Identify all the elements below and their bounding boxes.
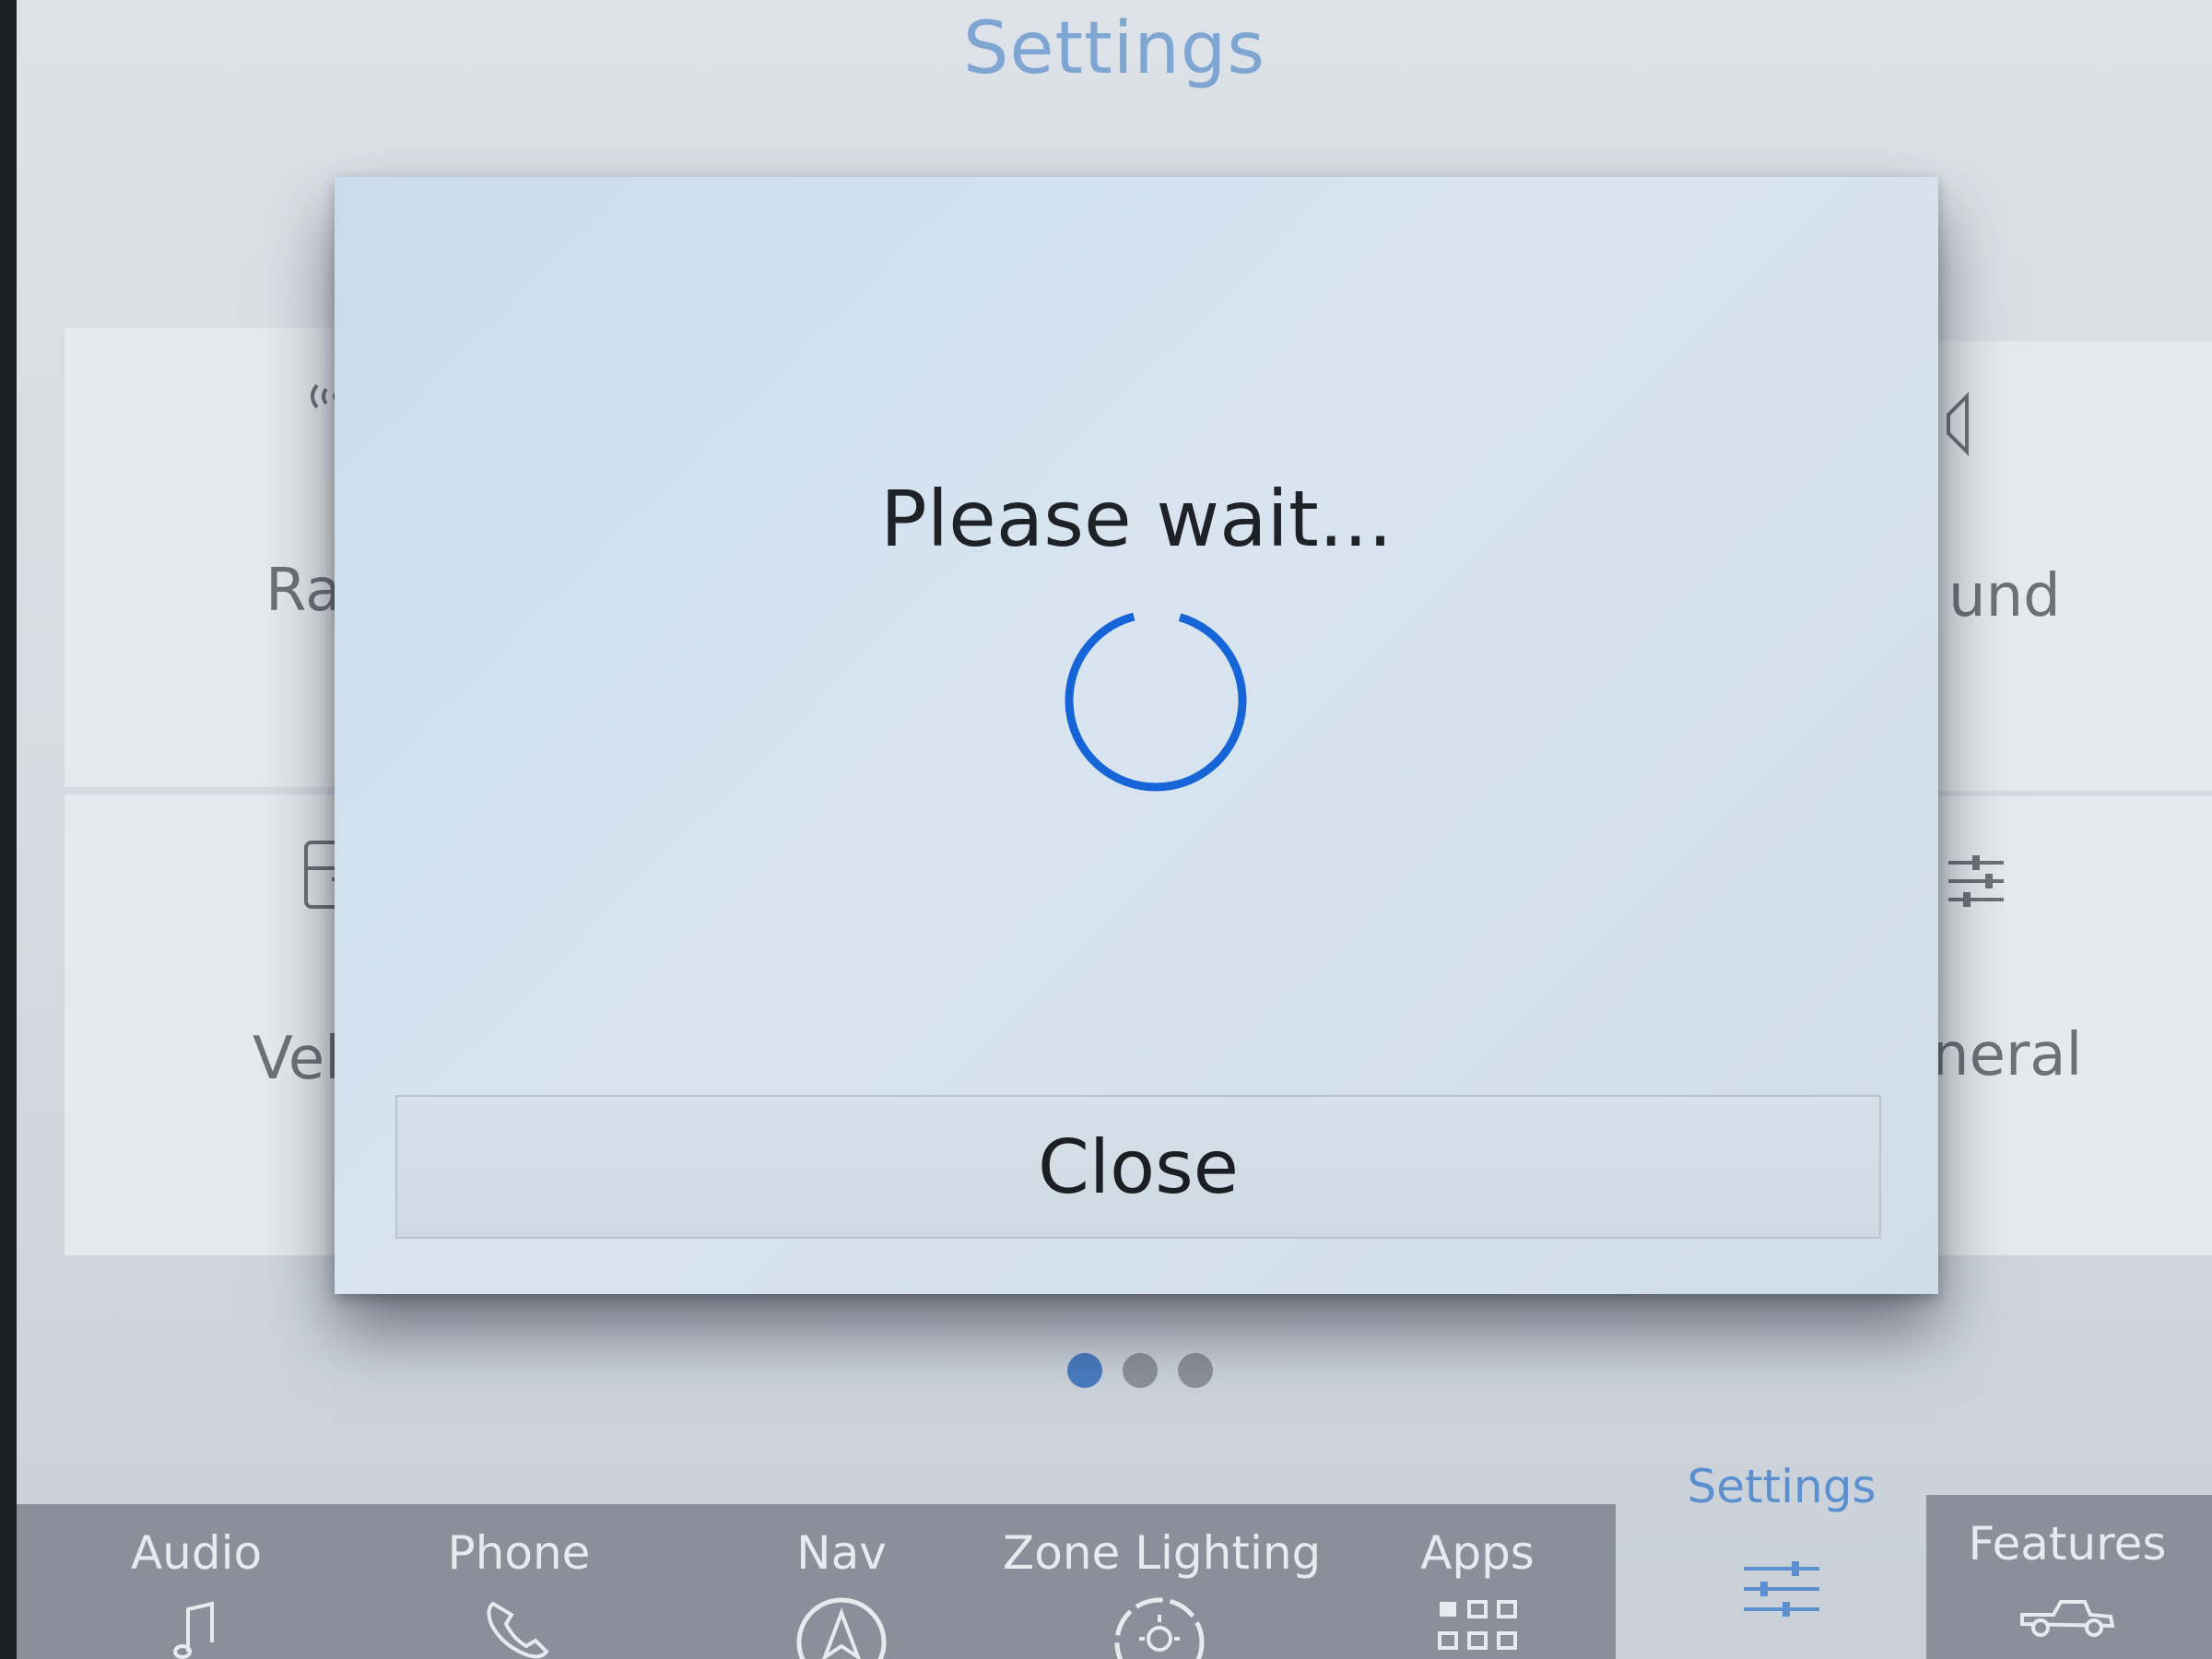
apps-grid-icon (1438, 1600, 1517, 1650)
nav-phone-label: Phone (447, 1526, 591, 1580)
tile-sound-label: und (1948, 562, 2061, 630)
please-wait-dialog: Please wait... Close (335, 177, 1938, 1294)
settings-screen: Settings Rad und Veh neral Audio Phone N… (17, 0, 2212, 1659)
settings-sliders-icon (1744, 1561, 1819, 1617)
page-title: Settings (963, 7, 1265, 90)
page-dot-3[interactable] (1178, 1353, 1213, 1388)
tile-vehicle[interactable]: Veh (65, 794, 369, 1255)
tile-general[interactable]: neral (1893, 796, 2212, 1255)
tile-general-label: neral (1932, 1021, 2083, 1089)
page-indicator (1067, 1353, 1233, 1394)
nav-settings-label: Settings (1687, 1460, 1877, 1513)
nav-zone-lighting-label: Zone Lighting (1003, 1526, 1322, 1580)
nav-navigation[interactable]: Nav (717, 1504, 966, 1659)
tile-radio[interactable]: Rad (65, 328, 379, 787)
nav-apps-label: Apps (1420, 1526, 1535, 1580)
nav-settings[interactable]: Settings (1657, 1438, 1906, 1659)
nav-navigation-label: Nav (796, 1526, 887, 1580)
dialog-message: Please wait... (880, 474, 1393, 564)
page-dot-1[interactable] (1067, 1353, 1102, 1388)
nav-audio-label: Audio (130, 1526, 263, 1580)
nav-features-label: Features (1968, 1517, 2167, 1571)
close-button[interactable]: Close (395, 1095, 1881, 1239)
navigation-icon (796, 1597, 887, 1659)
tile-sound[interactable]: und (1893, 341, 2212, 791)
loading-spinner-icon (1065, 609, 1247, 792)
phone-icon (487, 1601, 549, 1659)
general-sliders-icon (1948, 855, 2004, 907)
speaker-icon (1947, 392, 1969, 456)
nav-features[interactable]: Features (1943, 1495, 2192, 1659)
truck-icon (2020, 1600, 2115, 1637)
nav-audio[interactable]: Audio (72, 1504, 321, 1659)
zone-lighting-icon (1114, 1597, 1205, 1659)
nav-apps[interactable]: Apps (1353, 1504, 1602, 1659)
page-dot-2[interactable] (1123, 1353, 1158, 1388)
nav-zone-lighting[interactable]: Zone Lighting (1003, 1504, 1322, 1659)
music-note-icon (173, 1601, 214, 1659)
nav-phone[interactable]: Phone (394, 1504, 643, 1659)
